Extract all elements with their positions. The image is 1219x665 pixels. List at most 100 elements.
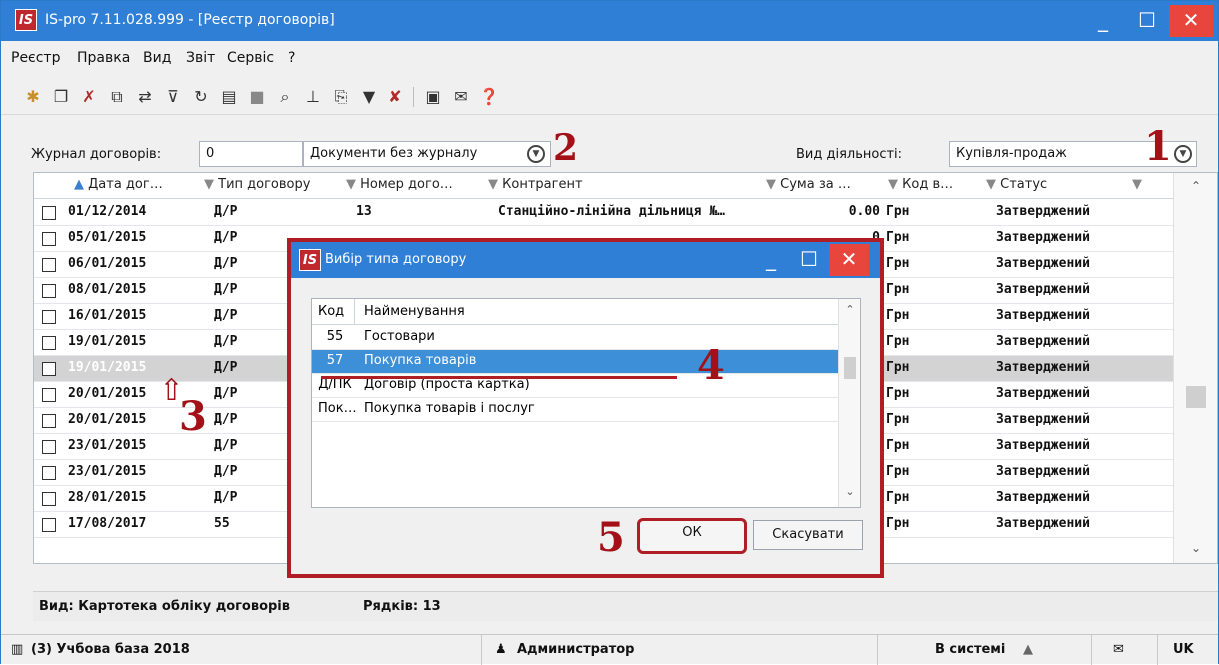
row-checkbox[interactable]	[42, 518, 56, 532]
status-state[interactable]: В системі	[935, 642, 1005, 657]
cell-currency: Грн	[886, 516, 910, 531]
main-window: IS IS-pro 7.11.028.999 - [Реєстр договор…	[0, 0, 1219, 665]
database-icon: ▥	[11, 642, 24, 657]
item-code: 55	[326, 329, 344, 344]
calculator-icon[interactable]: ▣	[423, 87, 443, 107]
scroll-thumb[interactable]	[1186, 386, 1206, 408]
menu-view[interactable]: Вид	[143, 50, 171, 66]
menu-help[interactable]: ?	[288, 50, 295, 66]
row-checkbox[interactable]	[42, 258, 56, 272]
row-checkbox[interactable]	[42, 232, 56, 246]
menu-service[interactable]: Сервіс	[227, 50, 274, 66]
header-status[interactable]: ▼ Статус	[986, 177, 1047, 192]
activity-dropdown-icon[interactable]: ▼	[1174, 145, 1192, 163]
maximize-button[interactable]: ☐	[1125, 5, 1169, 37]
cell-currency: Грн	[886, 464, 910, 479]
header-date[interactable]: ▲ Дата дог…	[74, 177, 163, 192]
grid-scrollbar[interactable]: ⌃ ⌄	[1173, 173, 1217, 563]
dialog-title: Вибір типа договору	[325, 252, 467, 267]
minimize-button[interactable]: _	[1081, 5, 1125, 37]
cell-status: Затверджений	[996, 386, 1090, 401]
item-code: 57	[326, 353, 344, 368]
header-status-filter-icon[interactable]: ▼	[1132, 177, 1142, 192]
row-checkbox[interactable]	[42, 388, 56, 402]
cell-currency: Грн	[886, 438, 910, 453]
search-icon[interactable]: ⌕	[275, 87, 295, 107]
filter-check-icon[interactable]: ⊽	[163, 87, 183, 107]
annotation-4: 4	[697, 342, 725, 389]
cell-date: 23/01/2015	[68, 464, 147, 479]
cell-date: 17/08/2017	[68, 516, 147, 531]
menu-registry[interactable]: Реєстр	[11, 50, 60, 66]
header-date-label: Дата дог…	[88, 177, 163, 192]
link-icon[interactable]: ⇄	[135, 87, 155, 107]
dialog-close-button[interactable]: ✕	[829, 244, 869, 276]
header-code[interactable]: Код	[318, 304, 344, 319]
cell-type: Д/Р	[214, 204, 238, 219]
status-language[interactable]: UK	[1173, 642, 1194, 657]
row-checkbox[interactable]	[42, 362, 56, 376]
print-icon[interactable]: ▤	[219, 87, 239, 107]
list-scroll-thumb[interactable]	[844, 357, 856, 379]
list-item[interactable]: Пок… Покупка товарів і послуг	[312, 398, 840, 422]
row-checkbox[interactable]	[42, 492, 56, 506]
dialog-maximize-button[interactable]: ☐	[787, 244, 831, 276]
export-icon[interactable]: ⎘	[331, 87, 351, 107]
table-row[interactable]: 01/12/2014 Д/Р 13 Станційно-лінійна дільниц…	[34, 200, 1174, 226]
status-user: Администратор	[517, 642, 635, 657]
chevron-up-icon[interactable]: ▲	[1023, 642, 1033, 657]
copy-doc-icon[interactable]: ❐	[51, 87, 71, 107]
cell-date: 20/01/2015	[68, 412, 147, 427]
header-sum[interactable]: ▼ Сума за …	[766, 177, 851, 192]
mail-icon[interactable]: ✉	[451, 87, 471, 107]
header-type[interactable]: ▼ Тип договору	[204, 177, 310, 192]
row-checkbox[interactable]	[42, 414, 56, 428]
header-name[interactable]: Найменування	[364, 304, 465, 319]
cell-status: Затверджений	[996, 204, 1090, 219]
mail-icon[interactable]: ✉	[1113, 642, 1124, 657]
tree-icon[interactable]: ⊥	[303, 87, 323, 107]
cell-type: 55	[214, 516, 230, 531]
list-scroll-up-icon[interactable]: ⌃	[839, 303, 861, 316]
row-checkbox[interactable]	[42, 206, 56, 220]
header-counterparty[interactable]: ▼ Контрагент	[488, 177, 583, 192]
item-name: Покупка товарів	[364, 353, 477, 368]
header-number[interactable]: ▼ Номер дого…	[346, 177, 453, 192]
row-checkbox[interactable]	[42, 284, 56, 298]
duplicate-icon[interactable]: ⧉	[107, 87, 127, 107]
filter-icon[interactable]: ▼	[359, 87, 379, 107]
annotation-3: 3	[179, 393, 207, 440]
cell-status: Затверджений	[996, 334, 1090, 349]
delete-doc-icon[interactable]: ✗	[79, 87, 99, 107]
list-item[interactable]: 55 Гостовари	[312, 326, 840, 350]
scroll-up-icon[interactable]: ⌃	[1174, 179, 1218, 193]
cell-type: Д/Р	[214, 230, 238, 245]
close-button[interactable]: ✕	[1169, 5, 1213, 37]
document-icon[interactable]: ■	[247, 87, 267, 107]
row-checkbox[interactable]	[42, 336, 56, 350]
row-checkbox[interactable]	[42, 310, 56, 324]
list-scrollbar[interactable]: ⌃ ⌄	[838, 299, 860, 507]
journal-name-field[interactable]: Документи без журналу	[303, 141, 551, 167]
row-checkbox[interactable]	[42, 440, 56, 454]
cell-date: 16/01/2015	[68, 308, 147, 323]
list-item[interactable]: 57 Покупка товарів	[312, 350, 840, 374]
help-icon[interactable]: ❓	[479, 87, 499, 107]
new-doc-icon[interactable]: ✱	[23, 87, 43, 107]
journal-dropdown-icon[interactable]: ▼	[527, 145, 545, 163]
row-checkbox[interactable]	[42, 466, 56, 480]
journal-code-field[interactable]: 0	[199, 141, 303, 167]
scroll-down-icon[interactable]: ⌄	[1174, 541, 1218, 555]
clear-filter-icon[interactable]: ✘	[385, 87, 405, 107]
cell-type: Д/Р	[214, 490, 238, 505]
menu-edit[interactable]: Правка	[77, 50, 130, 66]
list-scroll-down-icon[interactable]: ⌄	[839, 485, 861, 498]
cancel-button[interactable]: Скасувати	[753, 520, 863, 550]
item-code: Д/ПК	[318, 377, 352, 392]
menu-report[interactable]: Звіт	[186, 50, 215, 66]
ok-button[interactable]: ОК	[637, 518, 747, 554]
refresh-icon[interactable]: ↻	[191, 87, 211, 107]
header-currency[interactable]: ▼ Код в…	[888, 177, 953, 192]
filter-caret-icon: ▼	[888, 177, 898, 192]
status-separator	[1091, 635, 1092, 665]
